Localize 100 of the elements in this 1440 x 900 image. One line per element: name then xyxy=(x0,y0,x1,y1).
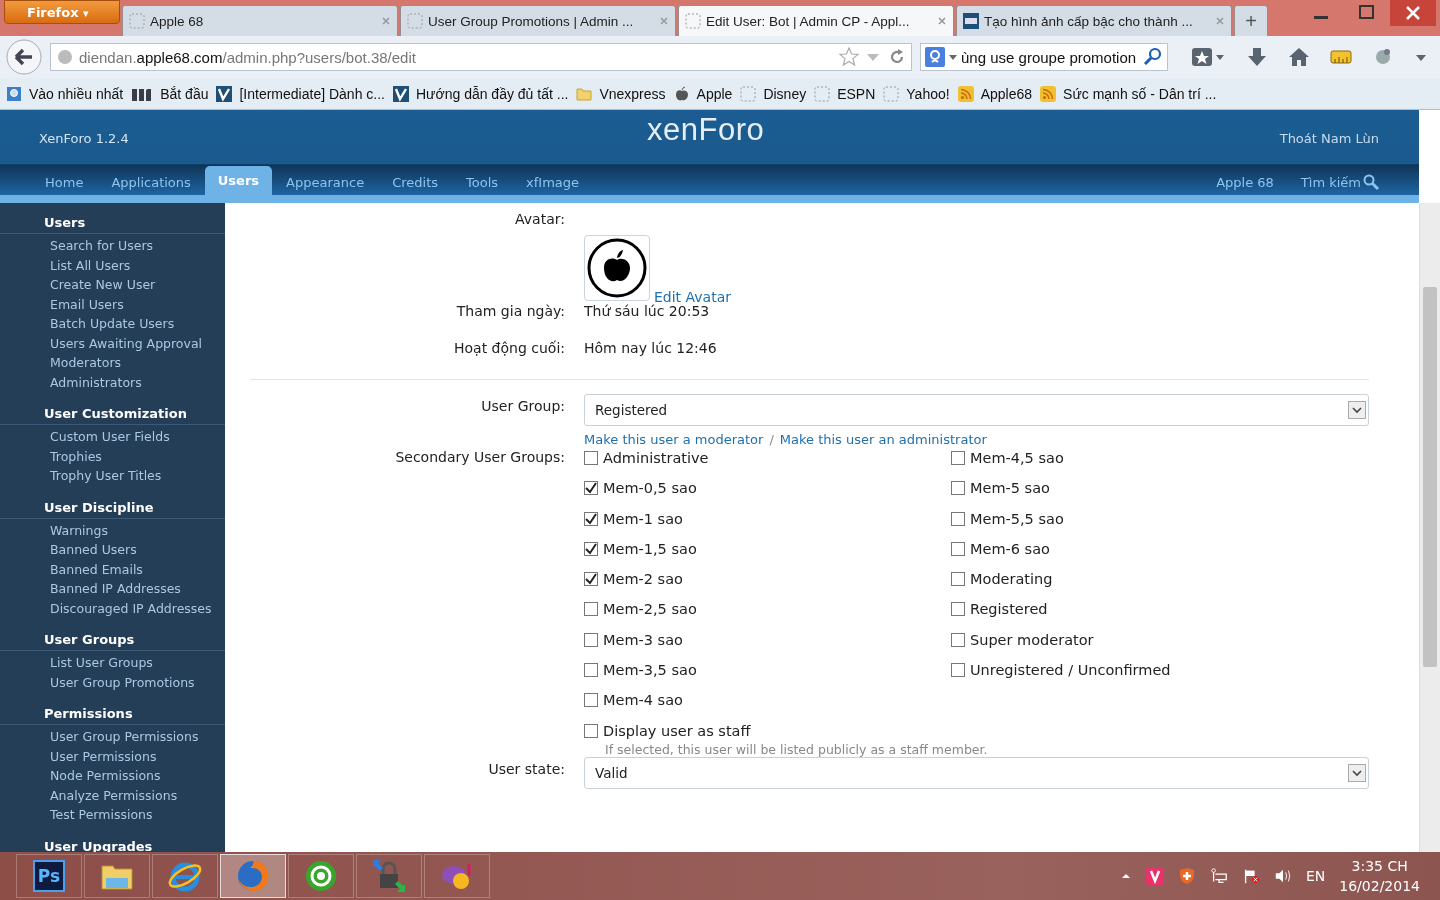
bookmarks-icon[interactable] xyxy=(1190,46,1226,68)
sidebar-item[interactable]: Banned Users xyxy=(0,540,225,560)
sidebar-item[interactable]: Banned IP Addresses xyxy=(0,579,225,599)
group-checkbox[interactable]: Mem-3 sao xyxy=(584,628,951,651)
group-checkbox[interactable]: Mem-4 sao xyxy=(584,689,951,712)
browser-tab[interactable]: Tạo hình ảnh cấp bậc cho thành ... xyxy=(956,5,1232,36)
bookmark-link[interactable]: Vào nhiều nhất xyxy=(6,85,124,102)
shield-icon[interactable] xyxy=(1177,867,1196,885)
edit-avatar-link[interactable]: Edit Avatar xyxy=(654,289,731,305)
browser-tab[interactable]: Edit User: Bot | Admin CP - Appl... xyxy=(678,5,954,36)
sidebar-heading[interactable]: User Customization xyxy=(0,404,225,425)
search-icon[interactable] xyxy=(1143,47,1163,67)
browser-tab[interactable]: Apple 68 xyxy=(122,5,398,36)
staff-checkbox[interactable]: Display user as staff xyxy=(584,719,1369,742)
user-group-select[interactable]: Registered xyxy=(584,394,1369,426)
taskbar-app[interactable] xyxy=(288,854,354,898)
bookmark-link[interactable]: ESPN xyxy=(814,85,876,102)
group-checkbox[interactable]: Mem-6 sao xyxy=(951,537,1369,560)
bookmark-link[interactable]: Vnexpress xyxy=(576,85,666,102)
group-checkbox[interactable]: Mem-1,5 sao xyxy=(584,537,951,560)
sidebar-item[interactable]: Moderators xyxy=(0,353,225,373)
avatar-image[interactable] xyxy=(584,235,650,301)
bookmark-link[interactable]: Apple68 xyxy=(957,85,1033,102)
clock-time[interactable]: 3:35 CH xyxy=(1351,856,1408,876)
make-moderator-link[interactable]: Make this user a moderator xyxy=(584,432,764,447)
address-bar[interactable]: diendan.apple68.com/admin.php?users/bot.38/edit xyxy=(50,43,912,71)
group-checkbox[interactable]: Unregistered / Unconfirmed xyxy=(951,659,1369,682)
bookmark-link[interactable]: Sức mạnh số - Dân trí ... xyxy=(1040,85,1217,102)
header-link[interactable]: Apple 68 xyxy=(1189,175,1274,195)
sidebar-item[interactable]: Trophies xyxy=(0,446,225,466)
sidebar-item[interactable]: List All Users xyxy=(0,255,225,275)
group-checkbox[interactable]: Mem-2 sao xyxy=(584,568,951,591)
dropdown-icon[interactable] xyxy=(949,53,957,61)
group-checkbox[interactable]: Administrative xyxy=(584,447,951,469)
close-icon[interactable] xyxy=(1390,0,1436,26)
nav-tab[interactable]: Tools xyxy=(452,171,513,195)
clock-date[interactable]: 16/02/2014 xyxy=(1339,876,1420,896)
sidebar-item[interactable]: Create New User xyxy=(0,275,225,295)
sidebar-item[interactable]: Batch Update Users xyxy=(0,314,225,334)
group-checkbox[interactable]: Mem-5,5 sao xyxy=(951,507,1369,530)
nav-tab[interactable]: Appearance xyxy=(272,171,379,195)
taskbar-app[interactable] xyxy=(152,854,218,898)
taskbar-app[interactable] xyxy=(424,854,490,898)
group-checkbox[interactable]: Mem-4,5 sao xyxy=(951,447,1369,469)
bookmark-link[interactable]: Yahoo! xyxy=(883,85,950,102)
sidebar-item[interactable]: Banned Emails xyxy=(0,559,225,579)
sidebar-item[interactable]: Search for Users xyxy=(0,236,225,256)
taskbar-app[interactable] xyxy=(356,854,422,898)
home-icon[interactable] xyxy=(1288,46,1310,68)
scrollbar[interactable] xyxy=(1419,203,1440,852)
search-engine-icon[interactable] xyxy=(925,47,945,67)
speaker-icon[interactable] xyxy=(1273,867,1292,885)
v-logo-icon[interactable] xyxy=(1145,867,1164,885)
user-state-select[interactable]: Valid xyxy=(584,756,1369,789)
logo[interactable]: xenForo xyxy=(647,112,765,148)
sidebar-item[interactable]: User Permissions xyxy=(0,746,225,766)
group-checkbox[interactable]: Mem-5 sao xyxy=(951,477,1369,500)
bookmark-link[interactable]: Apple xyxy=(673,85,733,102)
sidebar-heading[interactable]: User Groups xyxy=(0,630,225,651)
search-field[interactable]: ùng use groupe promotion xyxy=(920,43,1168,71)
sidebar-heading[interactable]: Permissions xyxy=(0,704,225,725)
back-button[interactable] xyxy=(6,39,42,75)
sidebar-item[interactable]: User Group Permissions xyxy=(0,727,225,747)
bookmark-link[interactable]: Hướng dẫn đầy đủ tất ... xyxy=(393,85,569,102)
taskbar-app[interactable] xyxy=(220,854,286,898)
network-icon[interactable] xyxy=(1209,867,1228,885)
bookmark-link[interactable]: [Intermediate] Dành c... xyxy=(216,85,385,102)
sidebar-item[interactable]: Administrators xyxy=(0,372,225,392)
bookmark-link[interactable]: Bắt đầu xyxy=(131,85,209,102)
sidebar-item[interactable]: Test Permissions xyxy=(0,805,225,825)
bookmark-link[interactable]: Disney xyxy=(740,85,807,102)
make-administrator-link[interactable]: Make this user an administrator xyxy=(779,432,987,447)
new-tab-button[interactable]: + xyxy=(1234,5,1268,36)
download-icon[interactable] xyxy=(1246,46,1268,68)
group-checkbox[interactable]: Mem-0,5 sao xyxy=(584,477,951,500)
nav-tab[interactable]: Credits xyxy=(378,171,452,195)
logout-link[interactable]: Thoát Nam Lùn xyxy=(1279,131,1379,146)
sidebar-heading[interactable]: User Discipline xyxy=(0,497,225,519)
close-icon[interactable] xyxy=(937,16,947,26)
taskbar-app[interactable]: Ps xyxy=(16,854,82,898)
group-checkbox[interactable]: Mem-1 sao xyxy=(584,507,951,530)
sidebar-item[interactable]: Trophy User Titles xyxy=(0,466,225,486)
taskbar-app[interactable] xyxy=(84,854,150,898)
sidebar-item[interactable]: Analyze Permissions xyxy=(0,785,225,805)
header-link[interactable]: Tìm kiếm xyxy=(1273,174,1379,195)
group-checkbox[interactable]: Moderating xyxy=(951,568,1369,591)
language-indicator[interactable]: EN xyxy=(1305,868,1326,884)
star-icon[interactable] xyxy=(839,47,859,67)
sidebar-item[interactable]: Warnings xyxy=(0,520,225,540)
nav-tab[interactable]: xfImage xyxy=(512,171,594,195)
browser-tab[interactable]: User Group Promotions | Admin ... xyxy=(400,5,676,36)
sidebar-item[interactable]: User Group Promotions xyxy=(0,672,225,692)
sidebar-item[interactable]: Discouraged IP Addresses xyxy=(0,598,225,618)
sidebar-item[interactable]: List User Groups xyxy=(0,653,225,673)
sidebar-item[interactable]: Custom User Fields xyxy=(0,427,225,447)
group-checkbox[interactable]: Super moderator xyxy=(951,628,1369,651)
nav-tab[interactable]: Applications xyxy=(97,171,205,195)
group-checkbox[interactable]: Mem-3,5 sao xyxy=(584,659,951,682)
nav-tab[interactable]: Home xyxy=(31,171,98,195)
sidebar-item[interactable]: Node Permissions xyxy=(0,766,225,786)
